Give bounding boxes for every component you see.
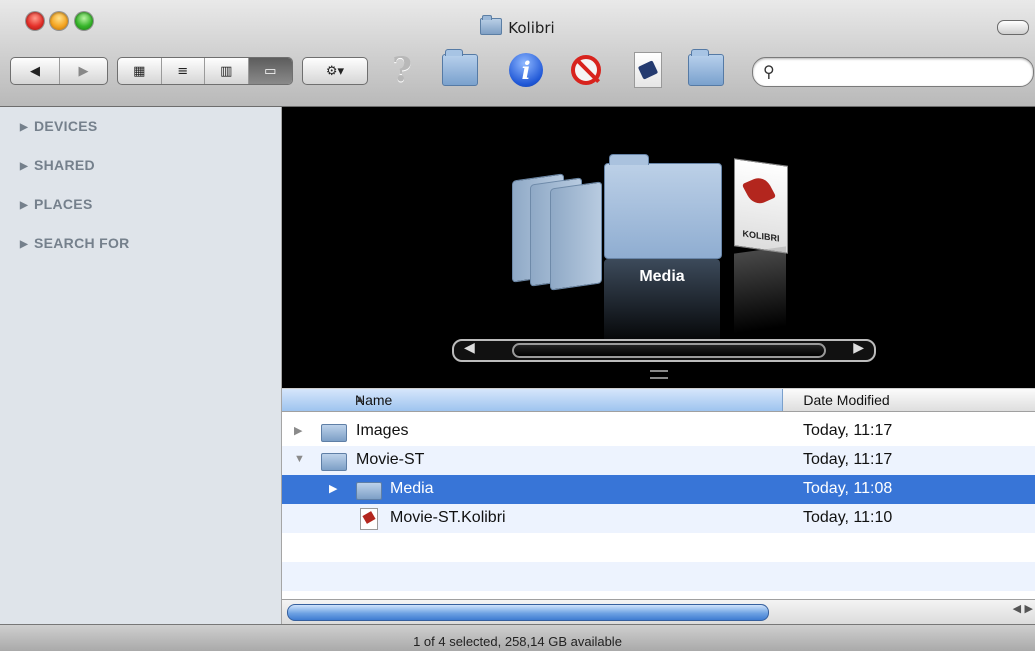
disclosure-triangle-icon: ▶ [20,200,28,211]
horizontal-scrollbar[interactable]: ◀ ▶ [282,599,1035,624]
list-row-empty [282,533,1035,562]
disclosure-triangle-icon[interactable]: ▶ [294,424,302,437]
window-title-area: Kolibri [0,15,1035,38]
new-folder-button[interactable] [442,49,478,88]
get-info-button[interactable]: i [508,52,544,88]
no-entry-icon [571,55,601,85]
forward-arrow-icon: ▶ [78,63,89,79]
pane-resize-handle[interactable] [650,370,668,379]
disclosure-triangle-icon: ▶ [20,161,28,172]
sidebar-group-devices[interactable]: ▶ DEVICES [20,118,98,134]
action-menu-control: ⚙▾ [302,57,368,85]
column-view-button[interactable]: ▥ [205,58,249,84]
coverflow-view-icon: ▭ [264,63,277,79]
disclosure-triangle-icon: ▶ [20,239,28,250]
coverflow-pane: Media KOLIBRI ◀ ▶ [282,107,1035,388]
scroll-right-icon[interactable]: ▶ [853,340,864,356]
list-row-empty [282,562,1035,591]
folder-button[interactable] [688,49,724,88]
help-button[interactable]: ? [384,50,420,90]
forward-button[interactable]: ▶ [60,58,107,84]
view-mode-control: ▦ ≡ ▥ ▭ [117,57,293,85]
folder-icon [321,453,347,471]
list-row-media[interactable]: ▶ Media Today, 11:08 [282,475,1035,504]
coverflow-scrollbar[interactable]: ◀ ▶ [452,339,876,362]
file-name: Media [390,480,434,497]
coverflow-folder-images[interactable] [512,173,602,291]
coverflow-reflection [734,246,786,334]
coverflow-selected-label: Media [639,268,685,285]
column-header-name[interactable]: Name ▲ [282,389,784,411]
search-icon: ⚲ [763,62,775,81]
status-bar: 1 of 4 selected, 258,14 GB available [0,624,1035,651]
toolbar-toggle-button[interactable] [997,20,1029,35]
coverflow-view-button[interactable]: ▭ [248,58,292,84]
back-button[interactable]: ◀ [11,58,60,84]
file-date: Today, 11:10 [803,509,893,526]
scroll-left-icon[interactable]: ◀ [464,340,475,356]
disclosure-triangle-open-icon[interactable]: ▼ [294,453,305,465]
folder-icon [356,482,382,500]
folder-icon [442,49,478,86]
column-header-date-modified[interactable]: Date Modified [783,389,1035,411]
delete-button[interactable] [568,52,604,88]
window-title: Kolibri [508,19,555,37]
file-name: Movie-ST.Kolibri [390,509,506,526]
file-date: Today, 11:08 [803,480,893,497]
file-name: Images [356,422,409,439]
kolibri-logo-icon [741,174,777,207]
action-menu-button[interactable]: ⚙▾ [303,58,367,84]
info-icon: i [509,53,543,87]
back-forward-control: ◀ ▶ [10,57,108,85]
folder-icon [480,15,503,35]
file-date: Today, 11:17 [803,422,893,439]
icon-view-icon: ▦ [133,63,146,79]
question-mark-icon: ? [392,50,412,90]
folder-icon [321,424,347,442]
list-view-icon: ≡ [177,63,189,79]
search-input[interactable] [783,62,1022,82]
disclosure-triangle-icon[interactable]: ▶ [329,482,337,495]
folder-icon [688,49,724,86]
sidebar-group-places[interactable]: ▶ PLACES [20,196,93,212]
document-icon [634,52,662,88]
file-date: Today, 11:17 [803,451,893,468]
file-name: Movie-ST [356,451,425,468]
sidebar-group-shared[interactable]: ▶ SHARED [20,157,95,173]
file-list: Name ▲ Date Modified ▶ Images Today, 11:… [282,389,1035,624]
back-arrow-icon: ◀ [30,63,40,79]
column-view-icon: ▥ [220,63,233,79]
finder-window: Kolibri ◀ ▶ ▦ ≡ ▥ ▭ ⚙▾ ? i ⚲ ▶ DEVICES ▶… [0,0,1035,651]
disclosure-triangle-icon: ▶ [20,122,28,133]
list-view-button[interactable]: ≡ [162,58,205,84]
kolibri-doc-label: KOLIBRI [742,228,780,244]
status-text: 1 of 4 selected, 258,14 GB available [413,634,622,649]
scroll-arrows-icon[interactable]: ◀ ▶ [1013,602,1033,615]
search-field[interactable]: ⚲ [752,57,1034,87]
sidebar: ▶ DEVICES ▶ SHARED ▶ PLACES ▶ SEARCH FOR [0,107,282,624]
sort-ascending-icon: ▲ [355,394,365,405]
kolibri-document-button[interactable] [630,52,666,88]
list-header: Name ▲ Date Modified [282,389,1035,412]
list-row-movie-st-kolibri[interactable]: Movie-ST.Kolibri Today, 11:10 [282,504,1035,533]
list-row-images[interactable]: ▶ Images Today, 11:17 [282,417,1035,446]
gear-icon: ⚙▾ [325,63,345,79]
titlebar: Kolibri ◀ ▶ ▦ ≡ ▥ ▭ ⚙▾ ? i ⚲ [0,0,1035,107]
horizontal-scroll-thumb[interactable] [287,604,769,621]
icon-view-button[interactable]: ▦ [118,58,162,84]
coverflow-folder-media[interactable] [604,154,722,259]
kolibri-file-icon [360,508,378,530]
list-row-movie-st[interactable]: ▼ Movie-ST Today, 11:17 [282,446,1035,475]
sidebar-group-search-for[interactable]: ▶ SEARCH FOR [20,235,130,251]
coverflow-scroll-thumb[interactable] [512,343,826,358]
coverflow-kolibri-document[interactable]: KOLIBRI [734,158,788,254]
